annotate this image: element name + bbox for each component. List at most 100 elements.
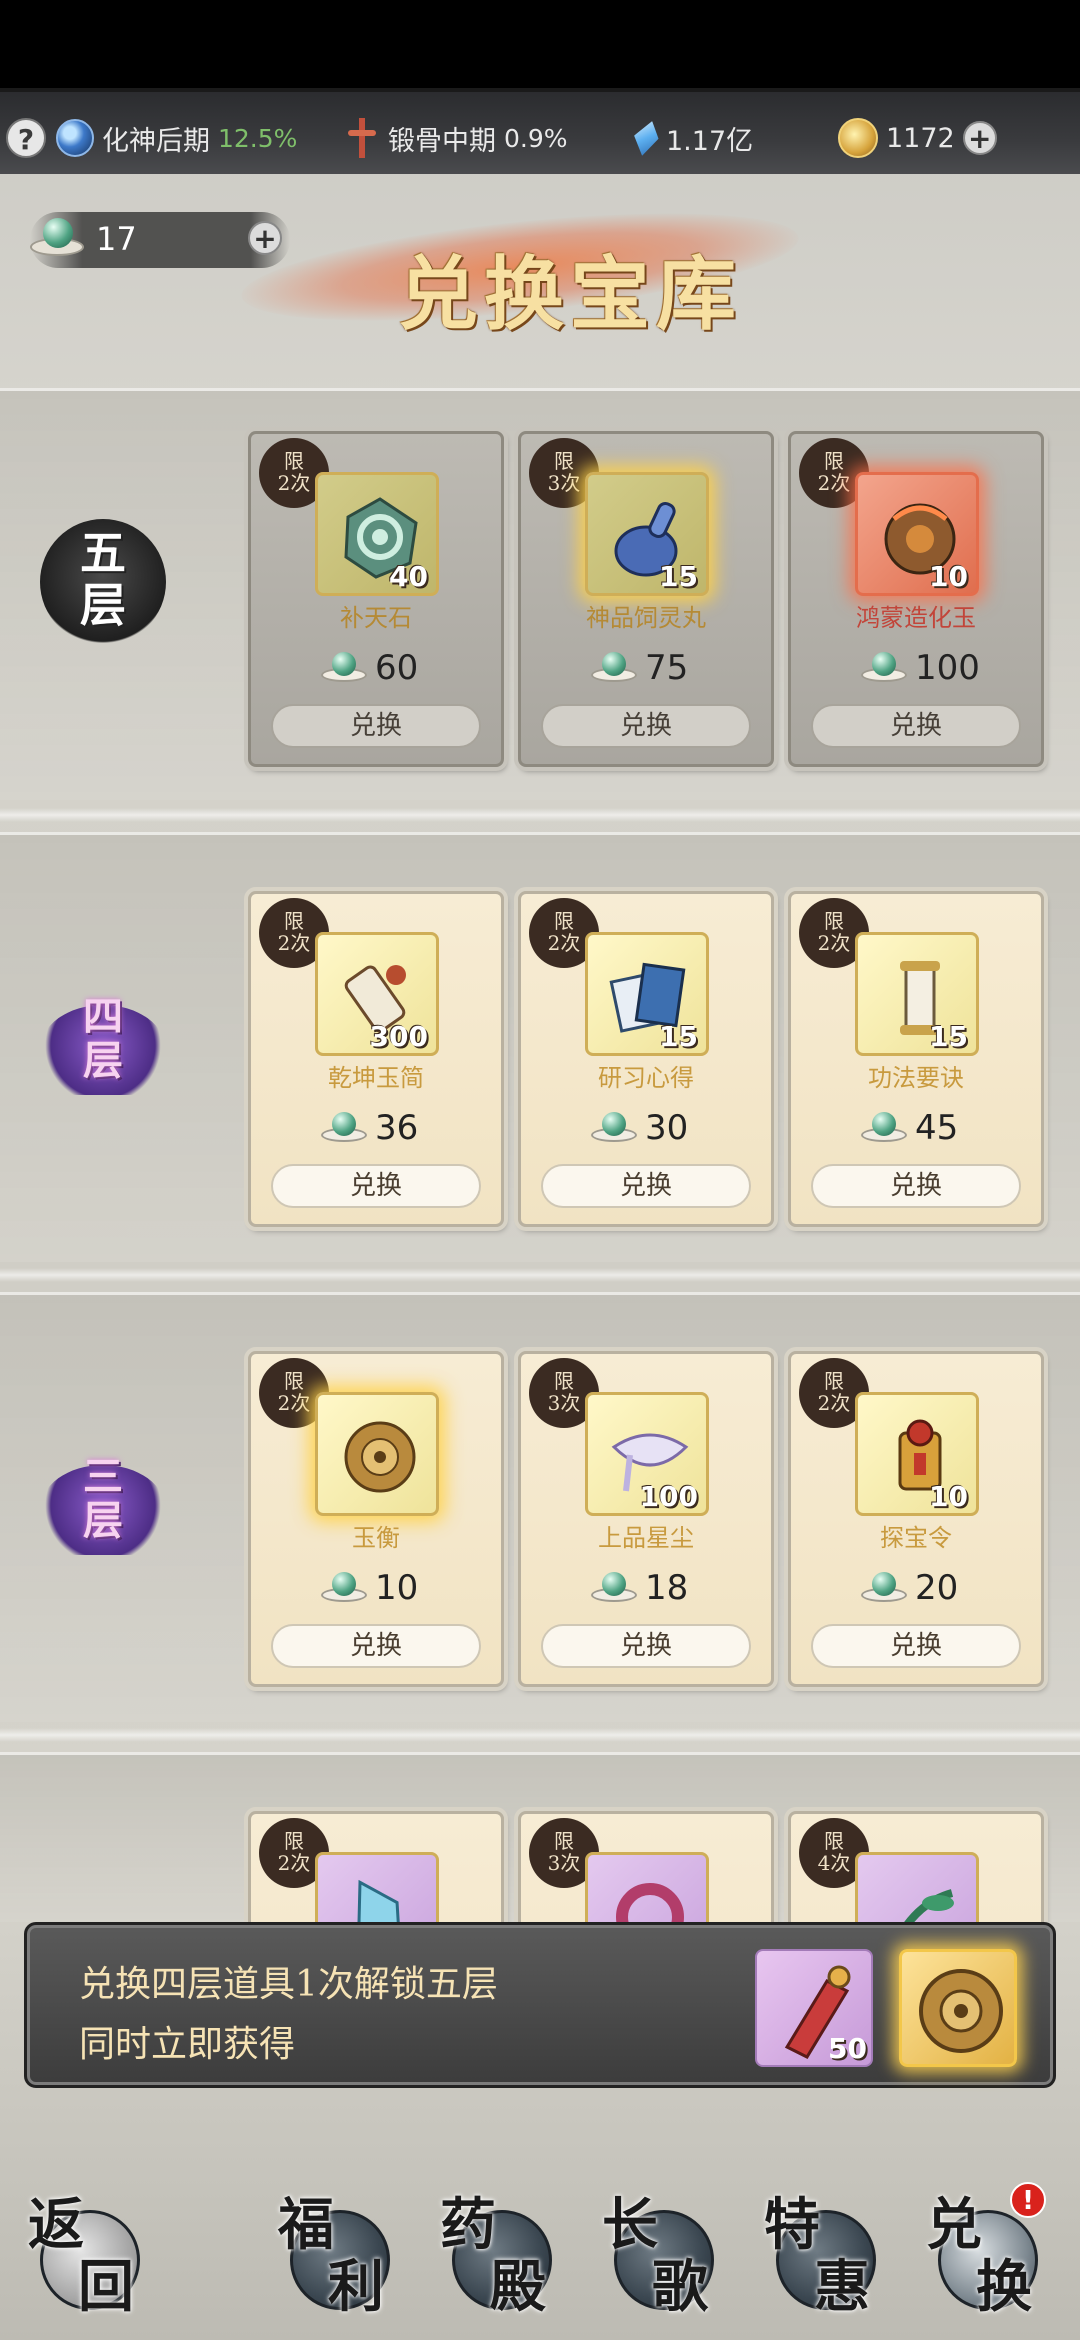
jade-orb-icon	[591, 1568, 637, 1608]
tier-badge-4: 四层	[28, 965, 178, 1115]
jade-orb-icon	[861, 1568, 907, 1608]
jade-token-icon	[344, 1421, 416, 1493]
nav-welfare-button[interactable]: 福 利	[270, 2180, 400, 2320]
item-price: 100	[861, 646, 980, 690]
item-icon-slot[interactable]: 15	[855, 932, 979, 1056]
item-card: 限 3次 15 神品饲灵丸 75 兑换	[518, 431, 774, 767]
nav-label-2: 换	[976, 2254, 1032, 2320]
exchange-button[interactable]: 兑换	[541, 704, 751, 748]
exchange-button[interactable]: 兑换	[271, 1624, 481, 1668]
exchange-button[interactable]: 兑换	[541, 1624, 751, 1668]
item-name: 研习心得	[598, 1064, 694, 1092]
coin-counter: 1172 +	[838, 116, 997, 160]
item-price: 30	[591, 1106, 688, 1150]
nav-label-1: 返	[28, 2192, 84, 2258]
divider	[0, 1728, 1080, 1742]
item-price: 36	[321, 1106, 418, 1150]
exchange-button[interactable]: 兑换	[811, 704, 1021, 748]
jade-orb-icon	[591, 648, 637, 688]
item-card: 限 4次	[788, 1811, 1044, 1922]
help-button[interactable]: ?	[6, 118, 46, 158]
item-icon-slot[interactable]: 10	[855, 472, 979, 596]
jade-orb-icon	[321, 648, 367, 688]
spirit-stone-value: 1.17亿	[666, 125, 754, 157]
unlock-banner: 兑换四层道具1次解锁五层 同时立即获得 50	[24, 1922, 1056, 2088]
item-icon-slot[interactable]: 40	[315, 472, 439, 596]
item-icon-slot[interactable]	[585, 1852, 709, 1922]
item-icon-slot[interactable]: 15	[585, 932, 709, 1056]
item-quantity: 300	[369, 1020, 428, 1053]
alert-badge: !	[1010, 2182, 1046, 2218]
realm-percent: 12.5%	[218, 123, 298, 153]
item-icon-slot[interactable]: 300	[315, 932, 439, 1056]
price-value: 100	[915, 648, 980, 688]
price-value: 10	[375, 1568, 419, 1608]
crystal-icon	[629, 117, 664, 159]
item-quantity: 15	[659, 1020, 698, 1053]
jade-orb-icon	[591, 1108, 637, 1148]
nav-exchange-button[interactable]: 兑 换 !	[918, 2180, 1048, 2320]
item-name: 玉衡	[352, 1524, 400, 1552]
nav-changge-button[interactable]: 长 歌	[594, 2180, 724, 2320]
bottom-nav: 返 回 福 利 药 殿 长 歌 特 惠 兑 换 !	[0, 2150, 1080, 2340]
tier-badge-3: 三层	[28, 1425, 178, 1575]
item-card: 限 3次 100 上品星尘 18 兑换	[518, 1351, 774, 1687]
tier-label-suffix: 层	[80, 578, 126, 632]
tier-row-3: 三层 限 2次 玉衡 10 兑换 限 3次 100 上品星尘 18 兑换 限 2…	[0, 1292, 1080, 1722]
banner-text-line1: 兑换四层道具1次解锁五层	[79, 1964, 498, 2005]
item-card: 限 2次 300 乾坤玉简 36 兑换	[248, 891, 504, 1227]
nav-label-1: 兑	[926, 2192, 982, 2258]
page-title: 兑换宝库	[398, 247, 742, 341]
spirit-stone-counter[interactable]: 1.17亿	[634, 116, 753, 160]
body-percent: 0.9%	[504, 123, 568, 153]
item-name: 探宝令	[880, 1524, 952, 1552]
item-icon-slot[interactable]: 10	[855, 1392, 979, 1516]
exchange-button[interactable]: 兑换	[271, 704, 481, 748]
tier-label-suffix: 层	[83, 1037, 123, 1084]
realm-progress[interactable]: 化神后期 12.5%	[56, 116, 297, 160]
nav-special-offer-button[interactable]: 特 惠	[756, 2180, 886, 2320]
item-icon-slot[interactable]	[315, 1852, 439, 1922]
tier-row-4: 四层 限 2次 300 乾坤玉简 36 兑换 限 2次 15 研习心得 30 兑…	[0, 832, 1080, 1262]
item-quantity: 100	[639, 1480, 698, 1513]
yin-yang-icon	[56, 119, 94, 157]
jade-orb-icon	[30, 214, 84, 268]
jade-orb-icon	[321, 1108, 367, 1148]
item-icon-slot[interactable]	[855, 1852, 979, 1922]
jade-orb-icon	[861, 648, 907, 688]
item-name: 神品饲灵丸	[586, 604, 706, 632]
reward-slot[interactable]	[899, 1949, 1017, 2067]
nav-label-1: 药	[440, 2192, 496, 2258]
item-icon-slot[interactable]: 100	[585, 1392, 709, 1516]
add-coins-button[interactable]: +	[962, 121, 997, 155]
status-bar-area	[0, 0, 1080, 88]
reward-slot[interactable]: 50	[755, 1949, 873, 2067]
item-card: 限 2次 15 功法要诀 45 兑换	[788, 891, 1044, 1227]
item-quantity: 40	[389, 560, 428, 593]
jade-count: 17	[96, 220, 137, 258]
exchange-button[interactable]: 兑换	[271, 1164, 481, 1208]
coin-value: 1172	[886, 122, 955, 154]
item-quantity: 15	[659, 560, 698, 593]
nav-back-button[interactable]: 返 回	[20, 2180, 150, 2320]
coin-icon	[838, 118, 878, 158]
item-icon-slot[interactable]	[315, 1392, 439, 1516]
exchange-button[interactable]: 兑换	[541, 1164, 751, 1208]
exchange-treasury-screen: ? 化神后期 12.5% 锻骨中期 0.9% 1.17亿 1172 + 17 +…	[0, 0, 1080, 2340]
tier-label: 四	[83, 993, 123, 1040]
body-progress[interactable]: 锻骨中期 0.9%	[344, 116, 568, 160]
tier-badge-5: 五层	[28, 509, 178, 659]
exchange-button[interactable]: 兑换	[811, 1624, 1021, 1668]
price-value: 20	[915, 1568, 959, 1608]
nav-label-2: 回	[78, 2254, 134, 2320]
tier-row-2: 限 2次 限 3次 限 4次	[0, 1752, 1080, 1922]
nav-medicine-hall-button[interactable]: 药 殿	[432, 2180, 562, 2320]
ring-icon	[616, 1883, 684, 1922]
item-icon-slot[interactable]: 15	[585, 472, 709, 596]
item-price: 60	[321, 646, 418, 690]
exchange-button[interactable]: 兑换	[811, 1164, 1021, 1208]
item-name: 鸿蒙造化玉	[856, 604, 976, 632]
jade-orb-icon	[321, 1568, 367, 1608]
item-name: 功法要诀	[868, 1064, 964, 1092]
item-card: 限 3次	[518, 1811, 774, 1922]
